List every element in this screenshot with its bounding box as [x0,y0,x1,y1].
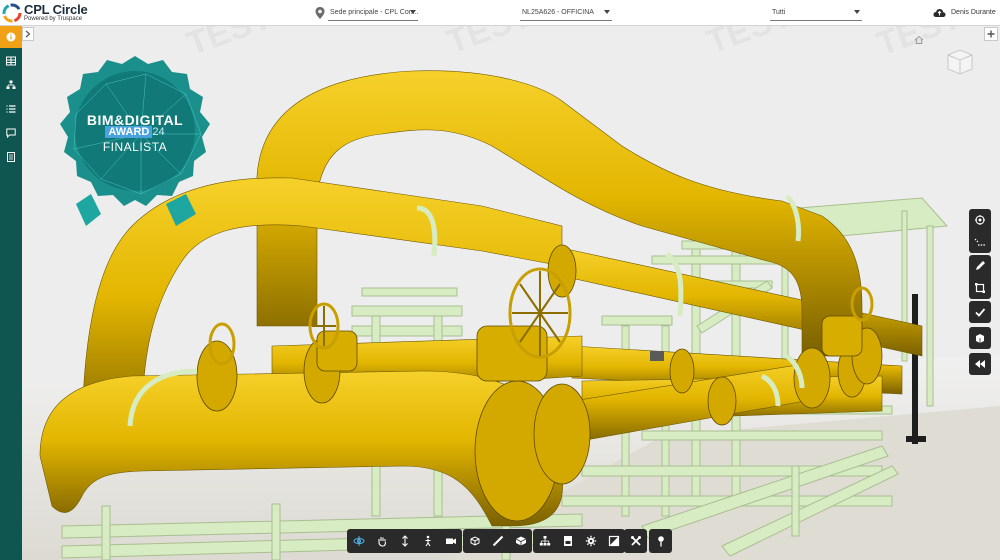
right-toolbar-group-1 [969,209,991,253]
right-toolbar-group-3 [969,301,991,323]
bottom-toolbar-navigation [347,529,462,553]
home-icon[interactable] [914,35,924,45]
structure-icon [539,536,550,546]
bottom-toolbar-tools [533,529,625,553]
logo-mark-icon [2,3,22,23]
tree-icon [6,80,16,89]
view-cube-icon[interactable] [944,47,976,77]
sidebar-item-table[interactable] [0,50,22,72]
export-icon [976,334,984,343]
walk-icon [425,535,430,547]
app-logo[interactable]: CPL Circle Powered by Truspace [2,2,92,24]
project-select-value: NL25A626 - OFFICINA [522,9,594,16]
sidebar-item-list[interactable] [0,98,22,120]
model-explode-icon [470,536,479,546]
chevron-down-icon [604,10,610,14]
chevron-down-icon [410,10,416,14]
section-box-icon [975,283,985,293]
box-section-icon [515,536,526,546]
pan-icon [377,537,386,547]
chevron-right-icon [25,30,31,38]
app-subtitle: Powered by Truspace [24,16,83,22]
markup-button[interactable] [969,255,991,277]
sidebar-item-documents[interactable] [0,146,22,168]
properties-button[interactable] [556,529,579,553]
left-sidebar [0,26,22,560]
walk-button[interactable] [416,529,439,553]
user-name[interactable]: Denis Durante [951,9,996,16]
project-select[interactable]: NL25A626 - OFFICINA [520,5,612,21]
properties-icon [563,536,572,546]
structure-button[interactable] [533,529,556,553]
list-icon [6,105,16,113]
location-pin-icon [315,7,325,19]
site-select-value: Sede principale - CPL Con... [330,9,419,16]
tools-icon [630,536,641,546]
settings-button[interactable] [579,529,602,553]
badge-line2: AWARD 24 [56,126,214,138]
sidebar-item-comments[interactable] [0,122,22,144]
right-toolbar-group-4 [969,327,991,349]
bottom-toolbar-pins [649,529,672,553]
document-icon [7,152,15,162]
pin-icon [657,536,664,547]
camera-icon [445,538,456,544]
rewind-button[interactable] [969,353,991,375]
camera-button[interactable] [439,529,462,553]
chevron-down-icon [854,10,860,14]
app-title: CPL Circle [24,2,88,17]
cloud-user-icon[interactable] [933,8,946,18]
badge-year: 24 [152,126,165,138]
plus-icon [987,30,995,38]
export-button[interactable] [969,327,991,349]
add-panel-button[interactable] [984,27,998,41]
layers-button[interactable] [969,209,991,231]
orbit-button[interactable] [347,529,370,553]
site-select[interactable]: Sede principale - CPL Con... [328,5,418,21]
3d-viewport[interactable]: TEST TEST TEST TEST BIM&DIGITAL AWARD 24… [22,26,1000,560]
ruler-icon [492,535,503,547]
filter-select-value: Tutti [772,9,786,16]
settings-icon [585,535,596,547]
right-toolbar-group-2 [969,255,991,299]
ruler-button[interactable] [486,529,509,553]
top-bar: CPL Circle Powered by Truspace Sede prin… [0,0,1000,26]
approve-button[interactable] [969,301,991,323]
zoom-button[interactable] [393,529,416,553]
zoom-icon [401,535,408,547]
check-icon [975,308,986,317]
sidebar-item-info[interactable] [0,26,22,48]
filter-select[interactable]: Tutti [770,5,862,21]
sidebar-item-tree[interactable] [0,74,22,96]
layers-icon [975,215,985,225]
right-toolbar-group-5 [969,353,991,375]
badge-line3: FINALISTA [102,140,168,154]
box-section-button[interactable] [509,529,532,553]
bottom-toolbar-model [463,529,532,553]
markup-pen-icon [976,261,985,270]
orbit-icon [353,536,364,546]
table-icon [6,56,16,66]
rewind-icon [975,360,985,368]
measure-icon [974,238,985,246]
fullscreen-button[interactable] [602,529,625,553]
tools-button[interactable] [624,529,647,553]
fullscreen-icon [608,535,619,547]
sidebar-expand-toggle[interactable] [22,27,34,41]
info-icon [6,32,16,42]
pan-button[interactable] [370,529,393,553]
badge-award: AWARD [105,126,153,138]
comment-icon [6,128,16,138]
pin-button[interactable] [649,529,672,553]
award-badge: BIM&DIGITAL AWARD 24 FINALISTA [56,54,214,232]
section-box-button[interactable] [969,277,991,299]
model-explode-button[interactable] [463,529,486,553]
measure-button[interactable] [969,231,991,253]
bottom-toolbar-utilities [624,529,647,553]
